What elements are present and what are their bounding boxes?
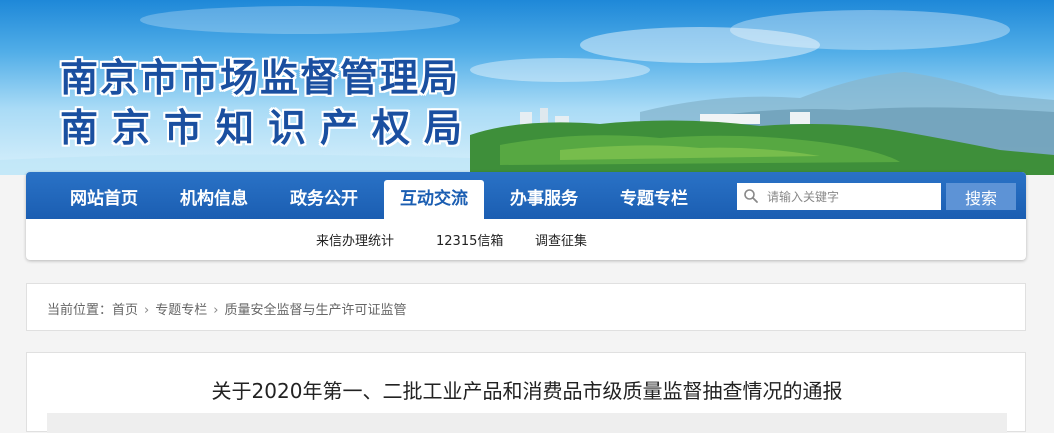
nav-bar: 网站首页 机构信息 政务公开 互动交流 办事服务 专题专栏 搜索	[26, 172, 1026, 219]
nav-item-government-affairs[interactable]: 政务公开	[276, 180, 372, 219]
site-title-line1: 南京市市场监督管理局	[60, 56, 461, 100]
breadcrumb-special-topics-link[interactable]: 专题专栏	[155, 299, 207, 318]
article-container: 关于2020年第一、二批工业产品和消费品市级质量监督抽查情况的通报	[26, 352, 1026, 433]
header-banner: 南京市市场监督管理局 南京市知识产权局	[0, 0, 1054, 175]
nav-item-services[interactable]: 办事服务	[496, 180, 592, 219]
breadcrumb-home-link[interactable]: 首页	[112, 299, 138, 318]
article-meta-bar	[47, 413, 1007, 433]
breadcrumb-quality-supervision-link[interactable]: 质量安全监督与生产许可证监管	[224, 299, 406, 318]
breadcrumb-separator: ›	[213, 303, 219, 318]
nav-item-interaction[interactable]: 互动交流	[384, 180, 484, 219]
nav-item-organization[interactable]: 机构信息	[166, 180, 262, 219]
breadcrumb: 当前位置：首页 › 专题专栏 › 质量安全监督与生产许可证监管	[26, 283, 1026, 331]
subnav-item-12315-mailbox[interactable]: 12315信箱	[436, 230, 503, 249]
search-input[interactable]	[767, 183, 937, 210]
search-button[interactable]: 搜索	[946, 183, 1016, 210]
main-navigation: 网站首页 机构信息 政务公开 互动交流 办事服务 专题专栏 搜索 来信办理统计 …	[26, 172, 1026, 260]
search-icon	[744, 189, 758, 203]
breadcrumb-separator: ›	[144, 303, 150, 318]
article-title: 关于2020年第一、二批工业产品和消费品市级质量监督抽查情况的通报	[211, 379, 843, 403]
search-box	[737, 183, 941, 210]
site-title-line2: 南京市知识产权局	[60, 106, 477, 150]
nav-item-home[interactable]: 网站首页	[56, 180, 152, 219]
subnav-item-letter-statistics[interactable]: 来信办理统计	[316, 230, 394, 249]
breadcrumb-prefix: 当前位置：	[47, 303, 113, 318]
breadcrumb-trail: 当前位置：首页 › 专题专栏 › 质量安全监督与生产许可证监管	[47, 299, 406, 318]
nav-item-special-topics[interactable]: 专题专栏	[606, 180, 702, 219]
subnav-item-survey[interactable]: 调查征集	[535, 230, 587, 249]
